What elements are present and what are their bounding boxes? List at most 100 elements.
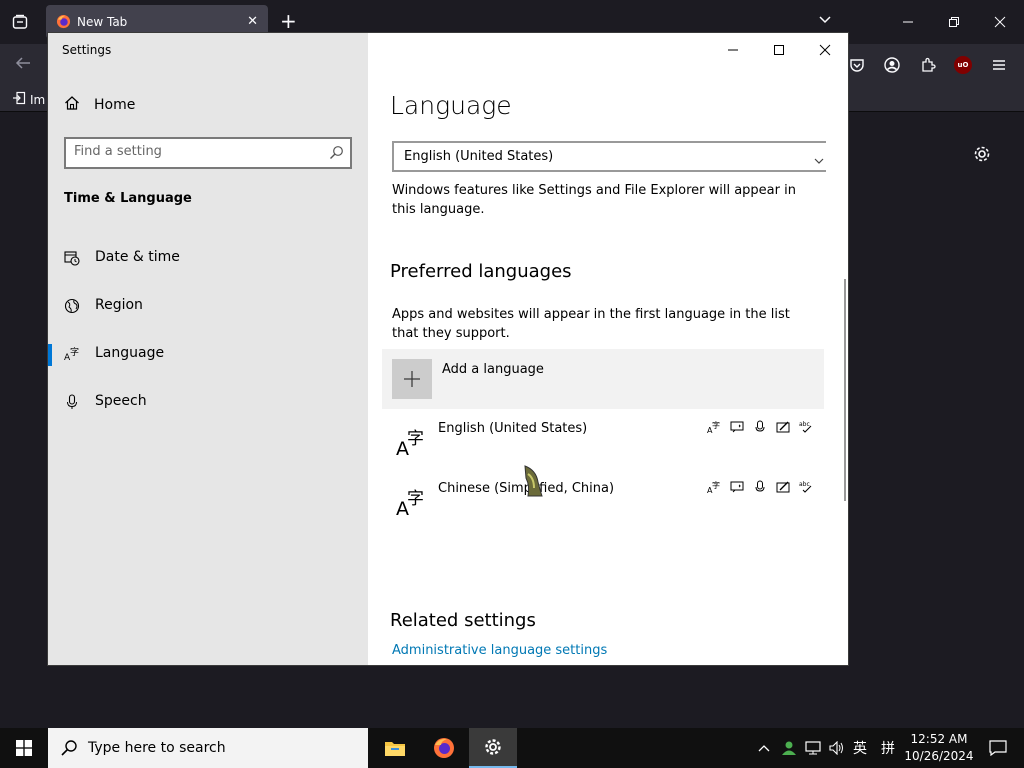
svg-text:abc: abc (799, 481, 810, 488)
handwriting-feature-icon (775, 419, 791, 435)
volume-icon[interactable] (826, 728, 848, 768)
busy-cursor-icon (522, 464, 544, 498)
nav-item-label: Speech (95, 393, 147, 409)
preferred-languages-description: Apps and websites will appear in the fir… (392, 307, 790, 341)
microphone-feature-icon (752, 419, 768, 435)
extensions-icon[interactable] (917, 54, 939, 76)
add-language-button[interactable]: Add a language (382, 349, 824, 409)
calendar-clock-icon (64, 250, 80, 266)
preferred-languages-heading: Preferred languages (390, 261, 572, 282)
nav-item-label: Language (95, 345, 165, 361)
svg-text:字: 字 (70, 346, 79, 358)
section-title: Time & Language (64, 191, 192, 206)
display-language-dropdown[interactable]: English (United States) (392, 141, 826, 172)
spellcheck-feature-icon: abc (798, 419, 814, 435)
file-explorer-icon[interactable] (371, 728, 419, 768)
firefox-tab-icon (56, 14, 71, 33)
tab-list-icon[interactable] (10, 12, 30, 32)
spellcheck-feature-icon: abc (798, 479, 814, 495)
language-glyph-icon: A字 (396, 425, 426, 460)
taskbar-search-box[interactable]: Type here to search (48, 728, 368, 768)
related-settings-heading: Related settings (390, 610, 536, 631)
svg-text:字: 字 (407, 489, 424, 509)
handwriting-feature-icon (775, 479, 791, 495)
user-tray-icon[interactable] (778, 728, 800, 768)
find-setting-input[interactable] (74, 144, 324, 159)
close-icon[interactable] (990, 12, 1010, 32)
settings-gear-icon[interactable] (469, 728, 517, 768)
newtab-settings-gear-icon[interactable] (972, 144, 992, 168)
maximize-icon[interactable] (756, 37, 802, 63)
chevron-down-icon[interactable] (818, 12, 832, 31)
import-label: Im (30, 92, 46, 107)
home-label: Home (94, 97, 136, 113)
svg-text:abc: abc (799, 421, 810, 428)
account-icon[interactable] (881, 54, 903, 76)
microphone-feature-icon (752, 479, 768, 495)
display-language-feature-icon: A字 (706, 479, 722, 495)
nav-item-label: Date & time (95, 249, 180, 265)
network-icon[interactable] (802, 728, 824, 768)
firefox-icon[interactable] (420, 728, 468, 768)
back-arrow-icon[interactable] (14, 54, 32, 76)
taskbar: Type here to search 英 拼 12:52 AM 10/26/2… (0, 728, 1024, 768)
import-icon (12, 91, 26, 108)
window-title: Settings (62, 43, 112, 57)
notification-icon[interactable] (978, 728, 1018, 768)
taskbar-clock[interactable]: 12:52 AM 10/26/2024 (904, 731, 974, 765)
language-icon: A字 (64, 346, 80, 362)
settings-content: Language English (United States) Windows… (368, 33, 848, 665)
text-to-speech-feature-icon (729, 419, 745, 435)
language-name: English (United States) (438, 421, 588, 436)
page-title: Language (390, 91, 512, 120)
tab-close-icon[interactable]: ✕ (247, 14, 258, 29)
language-features: A字 abc (706, 419, 814, 435)
svg-text:字: 字 (712, 480, 720, 490)
minimize-icon[interactable] (898, 12, 918, 32)
home-icon (64, 95, 80, 115)
tab-title: New Tab (77, 15, 128, 29)
new-tab-button[interactable]: + (280, 10, 297, 32)
display-language-value: English (United States) (404, 149, 554, 164)
svg-text:字: 字 (407, 429, 424, 449)
taskbar-search-placeholder: Type here to search (88, 740, 226, 756)
text-to-speech-feature-icon (729, 479, 745, 495)
windows-start-icon[interactable] (0, 728, 48, 768)
language-glyph-icon: A字 (396, 485, 426, 520)
globe-icon (64, 298, 80, 314)
language-list-item[interactable]: A字 English (United States) A字 abc (382, 415, 824, 471)
chevron-down-icon (814, 151, 824, 170)
language-list-item[interactable]: A字 Chinese (Simplified, China) A字 abc (382, 475, 824, 531)
svg-text:字: 字 (712, 420, 720, 430)
find-setting-box[interactable] (64, 137, 352, 169)
settings-window: Settings Home Time & Language Date & tim… (48, 33, 848, 665)
search-icon[interactable] (329, 145, 344, 164)
import-bookmarks-button[interactable]: Im (12, 91, 45, 108)
content-scrollbar[interactable] (844, 279, 846, 501)
menu-icon[interactable] (988, 54, 1010, 76)
close-icon[interactable] (802, 37, 848, 63)
nav-item-label: Region (95, 297, 143, 313)
nav-item-region[interactable]: Region (48, 286, 368, 326)
search-icon (60, 739, 78, 761)
ublock-origin-icon[interactable]: uO (952, 54, 974, 76)
settings-sidebar: Settings Home Time & Language Date & tim… (48, 33, 368, 665)
ime-mode-indicator[interactable]: 拼 (878, 728, 898, 768)
language-features: A字 abc (706, 479, 814, 495)
pocket-icon[interactable] (846, 54, 868, 76)
nav-item-speech[interactable]: Speech (48, 382, 368, 422)
ime-language-indicator[interactable]: 英 (850, 728, 870, 768)
clock-time: 12:52 AM (910, 732, 968, 746)
plus-icon (392, 359, 432, 399)
display-language-description: Windows features like Settings and File … (392, 183, 796, 217)
display-language-feature-icon: A字 (706, 419, 722, 435)
nav-item-language[interactable]: A字 Language (48, 334, 368, 374)
minimize-icon[interactable] (710, 37, 756, 63)
administrative-language-settings-link[interactable]: Administrative language settings (392, 643, 607, 658)
microphone-icon (64, 394, 80, 410)
nav-item-date-time[interactable]: Date & time (48, 238, 368, 278)
restore-icon[interactable] (944, 12, 964, 32)
chevron-up-icon[interactable] (754, 728, 774, 768)
clock-date: 10/26/2024 (904, 749, 974, 763)
nav-home[interactable]: Home (64, 95, 135, 115)
